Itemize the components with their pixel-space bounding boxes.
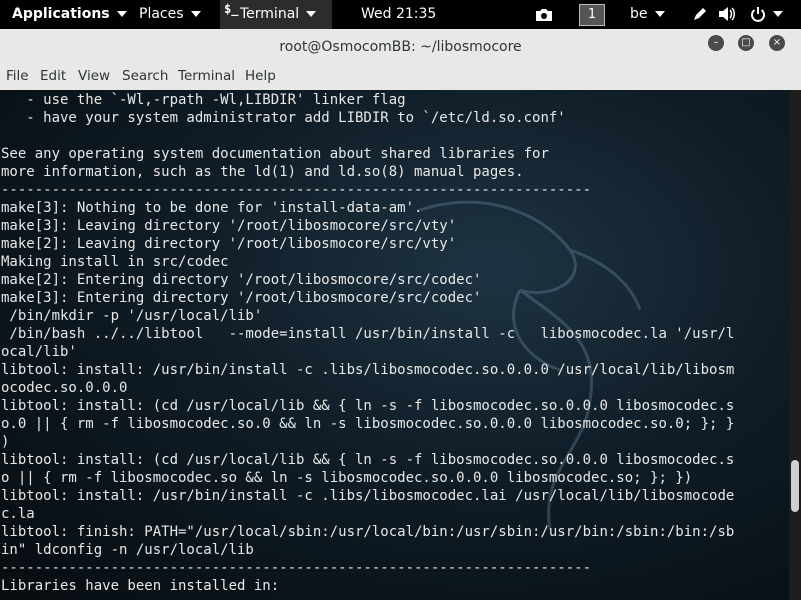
terminal-line: - use the `-Wl,-rpath -Wl,LIBDIR' linker… xyxy=(1,92,406,108)
menu-file[interactable]: File xyxy=(6,65,29,88)
terminal-line: make[2]: Leaving directory '/root/libosm… xyxy=(1,236,457,252)
clock[interactable]: Wed 21:35 xyxy=(361,0,436,29)
terminal-line: /bin/mkdir -p '/usr/local/lib' xyxy=(1,308,263,324)
terminal-line: ocodec.so.0.0.0 xyxy=(1,380,128,396)
terminal-line: /bin/bash ../../libtool --mode=install /… xyxy=(1,326,735,342)
power-menu[interactable] xyxy=(750,0,783,29)
top-panel: Applications Places $_ Terminal Wed 21:3… xyxy=(0,0,801,29)
applications-label: Applications xyxy=(12,6,110,22)
workspace-indicator[interactable]: 1 xyxy=(579,4,605,26)
terminal-line: make[3]: Entering directory '/root/libos… xyxy=(1,290,482,306)
terminal-icon: $_ xyxy=(224,2,239,16)
terminal-line: make[3]: Nothing to be done for 'install… xyxy=(1,200,423,216)
chevron-down-icon xyxy=(773,11,783,17)
terminal-line: libtool: install: /usr/bin/install -c .l… xyxy=(1,362,735,378)
terminal-line: See any operating system documentation a… xyxy=(1,146,549,162)
terminal-line: o.0 || { rm -f libosmocodec.so.0 && ln -… xyxy=(1,416,735,432)
terminal-line: c.la xyxy=(1,506,35,522)
terminal-output[interactable]: - use the `-Wl,-rpath -Wl,LIBDIR' linker… xyxy=(0,90,789,600)
terminal-line: in" ldconfig -n /usr/local/lib xyxy=(1,542,254,558)
terminal-line: libtool: install: (cd /usr/local/lib && … xyxy=(1,398,735,414)
keyboard-layout-label: be xyxy=(630,6,648,22)
menu-view[interactable]: View xyxy=(78,65,110,88)
terminal-line: ocal/lib' xyxy=(1,344,77,360)
terminal-line: libtool: install: /usr/bin/install -c .l… xyxy=(1,488,735,504)
menu-search[interactable]: Search xyxy=(122,65,168,88)
menu-help[interactable]: Help xyxy=(245,65,276,88)
scrollbar-thumb[interactable] xyxy=(791,460,799,512)
keyboard-layout-menu[interactable]: be xyxy=(630,0,665,29)
taskbar-terminal[interactable]: $_ Terminal xyxy=(220,0,332,29)
terminal-line: Libraries have been installed in: xyxy=(1,578,280,594)
chevron-down-icon xyxy=(116,11,127,17)
maximize-button[interactable]: □ xyxy=(738,35,754,51)
menu-bar: File Edit View Search Terminal Help xyxy=(0,65,801,91)
places-label: Places xyxy=(139,6,184,22)
chevron-down-icon xyxy=(190,11,201,17)
chevron-down-icon xyxy=(654,11,665,17)
close-button[interactable]: × xyxy=(769,35,785,51)
pen-icon[interactable] xyxy=(692,0,708,29)
terminal-line: ----------------------------------------… xyxy=(1,182,592,198)
terminal-line: make[2]: Entering directory '/root/libos… xyxy=(1,272,482,288)
terminal-line: Making install in src/codec xyxy=(1,254,229,270)
terminal-line: o || { rm -f libosmocodec.so && ln -s li… xyxy=(1,470,693,486)
window-titlebar[interactable]: root@OsmocomBB: ~/libosmocore – □ × xyxy=(0,29,801,66)
terminal-line: more information, such as the ld(1) and … xyxy=(1,164,524,180)
terminal-line: ----------------------------------------… xyxy=(1,560,592,576)
terminal-line: - have your system administrator add LIB… xyxy=(1,110,566,126)
menu-edit[interactable]: Edit xyxy=(40,65,66,88)
minimize-button[interactable]: – xyxy=(708,35,724,51)
terminal-line: make[3]: Leaving directory '/root/libosm… xyxy=(1,218,457,234)
volume-icon[interactable] xyxy=(718,0,736,29)
terminal-text: - use the `-Wl,-rpath -Wl,LIBDIR' linker… xyxy=(1,91,734,595)
power-icon xyxy=(751,7,765,22)
places-menu[interactable]: Places xyxy=(139,0,201,29)
terminal-scrollbar[interactable] xyxy=(789,90,801,600)
terminal-line: libtool: finish: PATH="/usr/local/sbin:/… xyxy=(1,524,735,540)
menu-terminal[interactable]: Terminal xyxy=(178,65,235,88)
terminal-line: ) xyxy=(1,434,10,450)
camera-icon[interactable] xyxy=(535,0,553,29)
applications-menu[interactable]: Applications xyxy=(0,0,127,29)
terminal-line: libtool: install: (cd /usr/local/lib && … xyxy=(1,452,735,468)
chevron-down-icon xyxy=(306,11,317,17)
taskbar-terminal-label: Terminal xyxy=(240,6,300,22)
window-title: root@OsmocomBB: ~/libosmocore xyxy=(279,39,522,55)
